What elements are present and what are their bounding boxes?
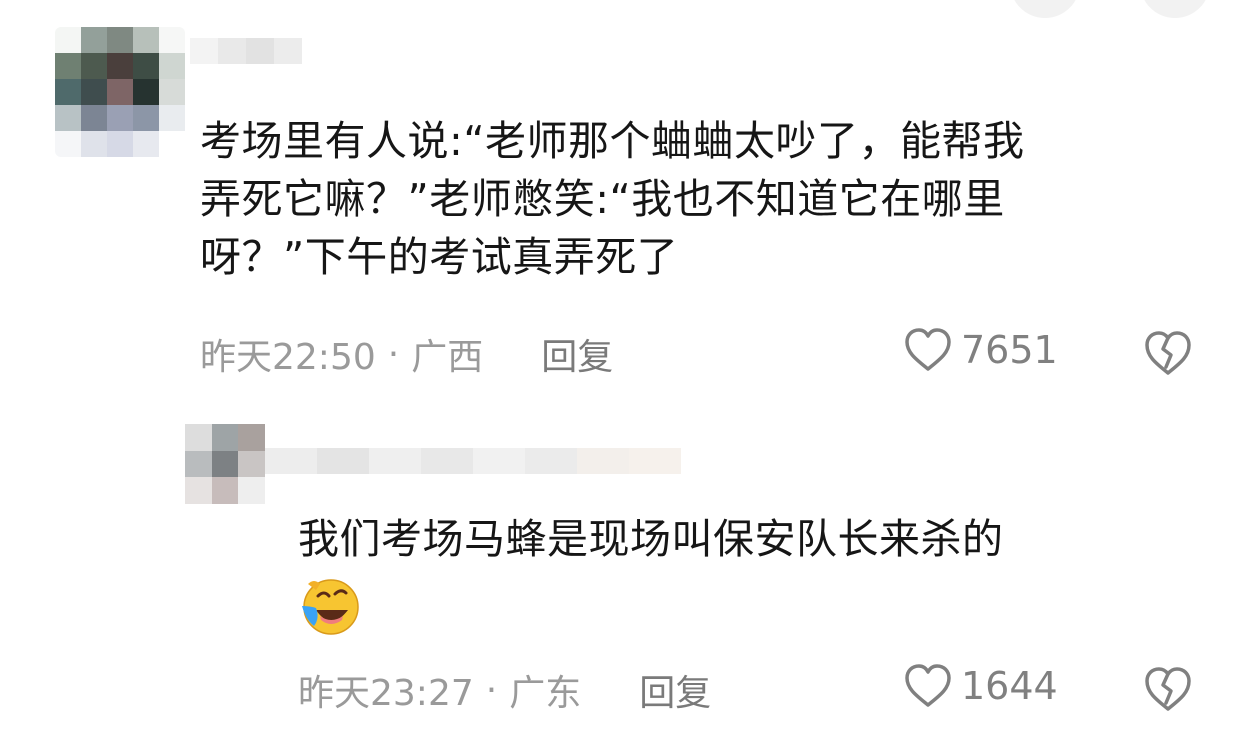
reply-button[interactable]: 回复 bbox=[541, 328, 613, 380]
like-count: 1644 bbox=[961, 664, 1058, 708]
heart-outline-icon bbox=[905, 328, 951, 371]
comment-text: 考场里有人说:“老师那个蛐蛐太吵了，能帮我 弄死它嘛？”老师憋笑:“我也不知道它… bbox=[200, 117, 1025, 281]
username[interactable] bbox=[190, 38, 302, 64]
broken-heart-icon bbox=[1145, 331, 1191, 375]
top-action-button-left[interactable] bbox=[1010, 0, 1080, 18]
comment-time: 昨天22:50 bbox=[200, 337, 376, 378]
dislike-button[interactable] bbox=[1142, 665, 1194, 713]
comment-text: 我们考场马蜂是现场叫保安队长来杀的 bbox=[298, 515, 1004, 563]
like-button[interactable]: 1644 bbox=[903, 663, 1058, 709]
reply-button[interactable]: 回复 bbox=[639, 664, 711, 716]
comment-location: 广东 bbox=[509, 673, 582, 714]
username[interactable] bbox=[265, 448, 681, 474]
meta-separator: · bbox=[387, 333, 400, 375]
top-action-button-right[interactable] bbox=[1140, 0, 1210, 18]
like-button[interactable]: 7651 bbox=[903, 327, 1058, 373]
dislike-button[interactable] bbox=[1142, 329, 1194, 377]
meta-separator: · bbox=[485, 669, 498, 711]
like-count: 7651 bbox=[961, 328, 1058, 372]
comment-time: 昨天23:27 bbox=[298, 673, 474, 714]
avatar[interactable] bbox=[185, 424, 265, 504]
laughing-crying-emoji bbox=[302, 579, 359, 635]
heart-outline-icon bbox=[905, 664, 951, 707]
comment-meta: 昨天22:50 · 广西 回复 bbox=[200, 328, 613, 380]
broken-heart-icon bbox=[1145, 667, 1191, 711]
comment-location: 广西 bbox=[411, 337, 484, 378]
comment-meta: 昨天23:27 · 广东 回复 bbox=[298, 664, 711, 716]
avatar[interactable] bbox=[55, 27, 185, 157]
